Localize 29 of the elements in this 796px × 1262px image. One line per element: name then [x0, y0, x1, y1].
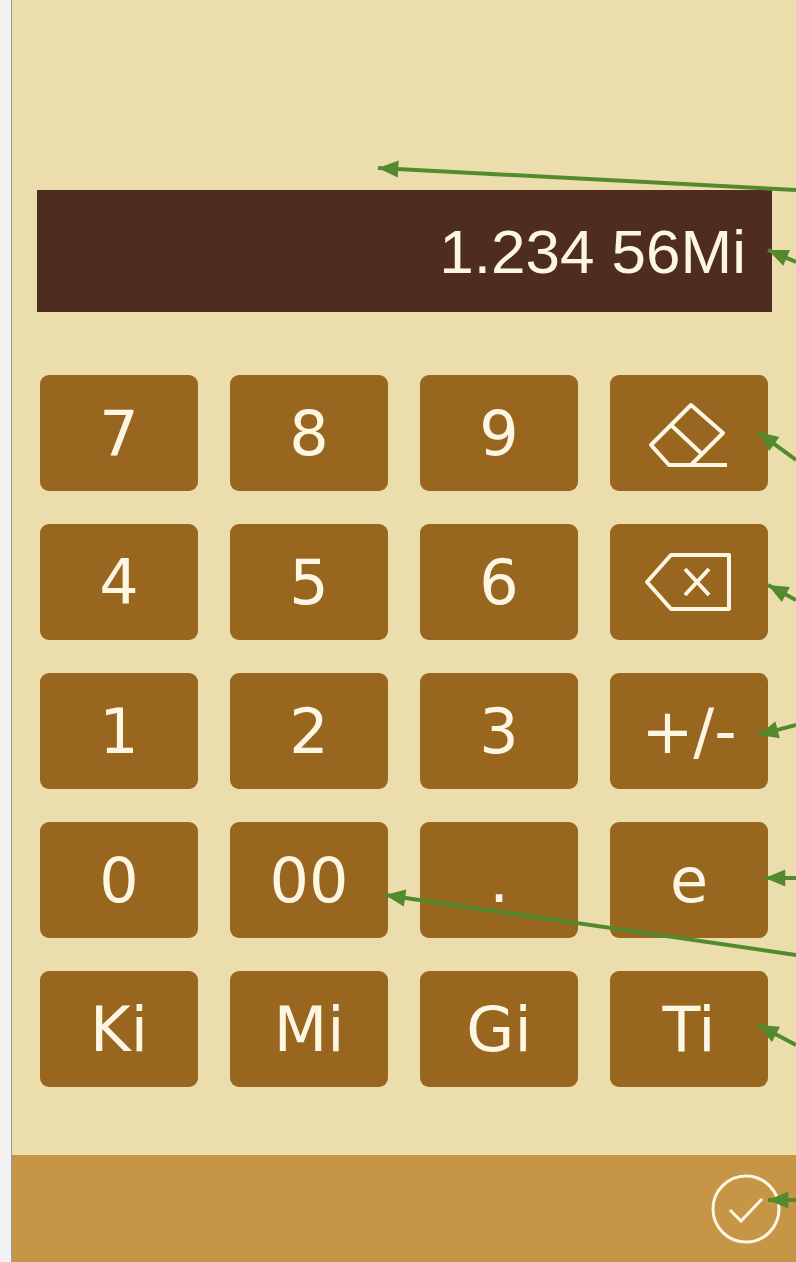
key-button[interactable]: 8 [230, 375, 388, 491]
key-button[interactable]: 5 [230, 524, 388, 640]
key-button[interactable]: +/- [610, 673, 768, 789]
key-button[interactable]: 7 [40, 375, 198, 491]
key-button[interactable]: 2 [230, 673, 388, 789]
annotation-arrow [765, 869, 796, 887]
key-button[interactable]: Ti [610, 971, 768, 1087]
annotation-arrow [767, 583, 796, 603]
key-button[interactable]: Mi [230, 971, 388, 1087]
key-button[interactable]: Ki [40, 971, 198, 1087]
key-button[interactable]: e [610, 822, 768, 938]
annotation-arrow [757, 721, 796, 739]
eraser-button[interactable] [610, 375, 768, 491]
checkmark-button[interactable] [710, 1172, 782, 1245]
key-button[interactable]: 3 [420, 673, 578, 789]
annotation-arrow [767, 248, 796, 266]
key-button[interactable]: 6 [420, 524, 578, 640]
annotation-arrow [756, 430, 796, 462]
number-display: 1.234 56Mi [37, 190, 772, 312]
annotation-arrow [757, 1023, 796, 1047]
backspace-button[interactable] [610, 524, 768, 640]
key-button[interactable]: 4 [40, 524, 198, 640]
annotation-arrow [768, 1191, 796, 1209]
key-button[interactable]: 1 [40, 673, 198, 789]
key-button[interactable]: 00 [230, 822, 388, 938]
key-button[interactable]: Gi [420, 971, 578, 1087]
key-button[interactable]: 0 [40, 822, 198, 938]
key-button[interactable]: 9 [420, 375, 578, 491]
key-button[interactable]: . [420, 822, 578, 938]
